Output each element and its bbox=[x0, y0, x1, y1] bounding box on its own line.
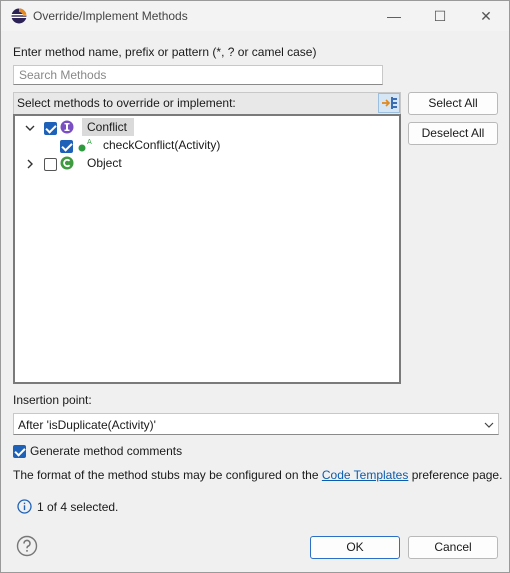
class-icon bbox=[60, 156, 74, 170]
insertion-point-select[interactable]: After 'isDuplicate(Activity)' bbox=[13, 413, 499, 435]
code-templates-info: The format of the method stubs may be co… bbox=[13, 468, 502, 482]
chevron-right-icon[interactable] bbox=[25, 159, 35, 169]
checkconflict-checkbox[interactable] bbox=[60, 140, 73, 153]
sort-by-type-button[interactable] bbox=[378, 93, 400, 113]
eclipse-logo-icon bbox=[11, 8, 27, 24]
tree-item-label: Object bbox=[87, 156, 122, 170]
tree-header: Select methods to override or implement: bbox=[13, 92, 401, 114]
interface-icon bbox=[60, 120, 74, 134]
search-input[interactable] bbox=[13, 65, 383, 85]
tree-item-object[interactable]: Object bbox=[19, 155, 399, 173]
conflict-checkbox[interactable] bbox=[44, 122, 57, 135]
info-icon bbox=[17, 499, 32, 514]
tree-item-label: Conflict bbox=[87, 120, 128, 134]
dialog-window: Override/Implement Methods — ☐ ✕ Enter m… bbox=[0, 0, 510, 573]
generate-comments-label[interactable]: Generate method comments bbox=[30, 444, 182, 458]
chevron-down-icon bbox=[484, 422, 494, 428]
tree-header-label: Select methods to override or implement: bbox=[17, 96, 236, 110]
insertion-point-label: Insertion point: bbox=[13, 393, 92, 407]
title-bar: Override/Implement Methods — ☐ ✕ bbox=[1, 1, 509, 31]
minimize-button[interactable]: — bbox=[371, 1, 417, 31]
info-suffix: preference page. bbox=[411, 468, 503, 482]
sort-icon bbox=[382, 97, 397, 109]
insertion-point-value: After 'isDuplicate(Activity)' bbox=[18, 418, 156, 432]
close-button[interactable]: ✕ bbox=[463, 1, 509, 31]
select-all-button[interactable]: Select All bbox=[408, 92, 498, 115]
public-abstract-method-icon: A bbox=[78, 139, 92, 152]
tree-item-checkconflict[interactable]: A checkConflict(Activity) bbox=[19, 137, 399, 155]
code-templates-link[interactable]: Code Templates bbox=[322, 468, 409, 482]
window-title: Override/Implement Methods bbox=[33, 9, 188, 23]
ok-button[interactable]: OK bbox=[310, 536, 400, 559]
maximize-button[interactable]: ☐ bbox=[417, 1, 463, 31]
tree-item-conflict[interactable]: Conflict bbox=[19, 118, 399, 137]
generate-comments-checkbox[interactable] bbox=[13, 445, 26, 458]
filter-label: Enter method name, prefix or pattern (*,… bbox=[13, 45, 317, 59]
chevron-down-icon[interactable] bbox=[25, 123, 35, 133]
info-prefix: The format of the method stubs may be co… bbox=[13, 468, 319, 482]
tree-item-label: checkConflict(Activity) bbox=[103, 138, 221, 152]
selection-status: 1 of 4 selected. bbox=[37, 500, 119, 514]
methods-tree[interactable]: Conflict A checkConflict(Activity) Objec… bbox=[13, 114, 401, 384]
object-checkbox[interactable] bbox=[44, 158, 57, 171]
abstract-badge: A bbox=[87, 139, 92, 146]
help-icon[interactable] bbox=[16, 535, 38, 557]
deselect-all-button[interactable]: Deselect All bbox=[408, 122, 498, 145]
cancel-button[interactable]: Cancel bbox=[408, 536, 498, 559]
